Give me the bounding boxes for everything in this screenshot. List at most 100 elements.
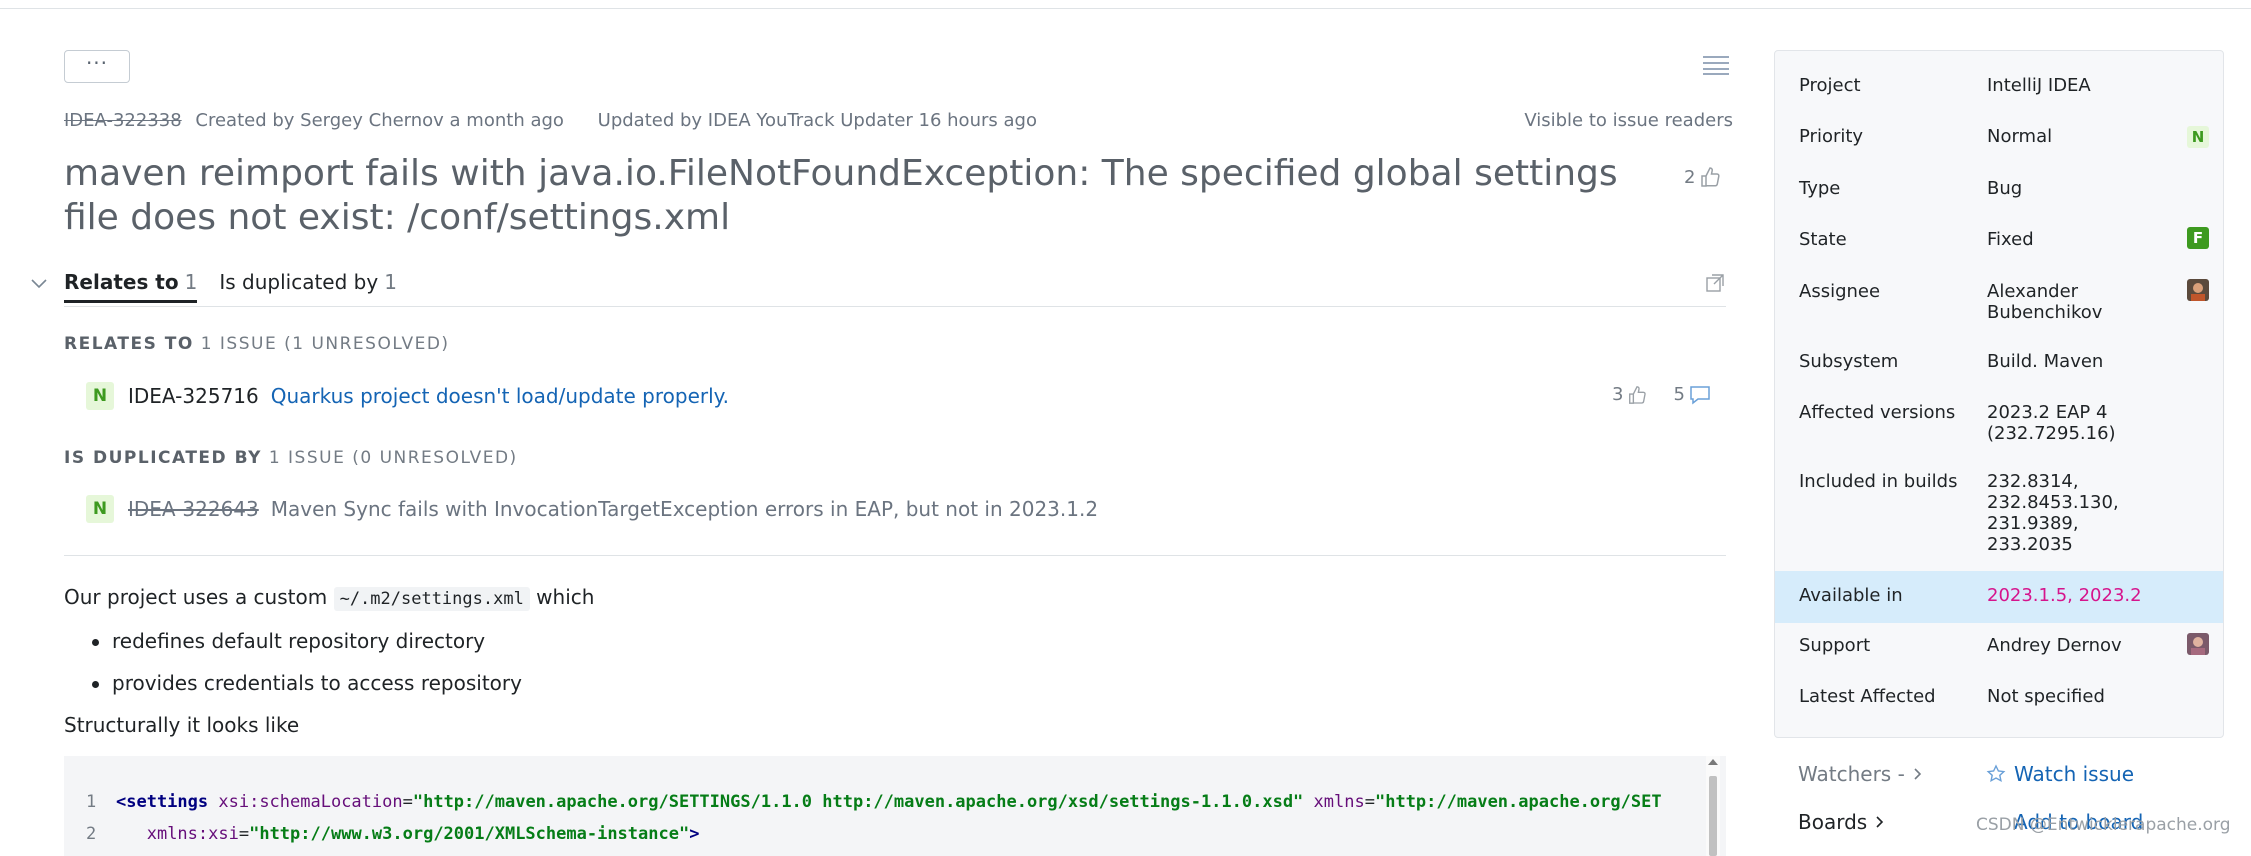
- code-value: "http://maven.apache.org/SETTINGS/1.1.0 …: [412, 792, 1304, 812]
- code-attr: xmlns:xsi: [146, 824, 239, 844]
- field-value[interactable]: 2023.1.5, 2023.2: [1987, 585, 2177, 606]
- boards-label: Boards: [1798, 810, 1868, 834]
- description-intro: Our project uses a custom ~/.m2/settings…: [64, 585, 595, 611]
- field-value[interactable]: Andrey Dernov: [1987, 635, 2177, 656]
- scrollbar-thumb[interactable]: [1709, 776, 1717, 856]
- field-value[interactable]: 2023.2 EAP 4 (232.7295.16): [1987, 402, 2137, 444]
- field-value[interactable]: IntelliJ IDEA: [1987, 75, 2177, 96]
- watch-label: Watch issue: [2014, 762, 2134, 786]
- field-name: State: [1799, 229, 1847, 250]
- field-name: Latest Affected: [1799, 686, 1936, 707]
- activity-list-icon[interactable]: [1703, 55, 1729, 75]
- tab-relates-to[interactable]: Relates to 1: [64, 270, 198, 303]
- priority-badge: N: [86, 382, 114, 410]
- field-name: Priority: [1799, 126, 1864, 147]
- issue-title: maven reimport fails with java.io.FileNo…: [64, 153, 1618, 238]
- field-value[interactable]: Alexander Bubenchikov: [1987, 281, 2177, 323]
- field-available-in[interactable]: Available in 2023.1.5, 2023.2: [1775, 571, 2223, 623]
- code-line: 1 <settings xsi:schemaLocation="http://ma…: [86, 792, 1662, 812]
- code-value: "http://maven.apache.org/SET: [1374, 792, 1662, 812]
- line-number: 1: [86, 792, 97, 812]
- tab-label: Is duplicated by: [219, 270, 379, 294]
- line-number: 2: [86, 824, 97, 844]
- priority-badge: N: [2187, 126, 2209, 148]
- field-name: Available in: [1799, 585, 1903, 606]
- section-label: RELATES TO: [64, 334, 194, 354]
- intro-text-end: which: [536, 585, 595, 609]
- field-name: Affected versions: [1799, 402, 1956, 423]
- vote-count: 3: [1612, 384, 1624, 405]
- field-name: Included in builds: [1799, 471, 1958, 492]
- code-attr: xsi:schemaLocation: [218, 792, 403, 812]
- created-info: Created by Sergey Chernov a month ago: [195, 110, 564, 131]
- code-eq: =: [402, 792, 413, 812]
- field-value[interactable]: Normal: [1987, 126, 2177, 147]
- watchers-link[interactable]: Watchers -: [1798, 762, 1923, 786]
- code-line: 2 xmlns:xsi="http://www.w3.org/2001/XMLS…: [86, 824, 699, 844]
- link-tabs: Relates to 1 Is duplicated by 1: [64, 270, 397, 303]
- linked-issue-title[interactable]: Quarkus project doesn't load/update prop…: [271, 384, 729, 408]
- section-summary: 1 ISSUE (1 UNRESOLVED): [200, 334, 450, 354]
- tab-count: 1: [184, 270, 198, 294]
- chevron-right-icon: [1914, 768, 1921, 780]
- tabs-divider: [64, 306, 1726, 307]
- issue-fields-panel: Project IntelliJ IDEA Priority Normal N …: [1774, 50, 2224, 738]
- chevron-right-icon: [1876, 816, 1884, 828]
- linked-issue-comments[interactable]: 5: [1673, 384, 1710, 405]
- list-item-text: provides credentials to access repositor…: [112, 671, 522, 695]
- field-value[interactable]: 232.8314, 232.8453.130, 231.9389, 233.20…: [1987, 471, 2127, 555]
- vote-count: 2: [1684, 166, 1696, 188]
- issue-meta: IDEA-322338 Created by Sergey Chernov a …: [64, 110, 1037, 131]
- state-badge: F: [2187, 227, 2209, 249]
- scroll-up-arrow-icon[interactable]: [1708, 759, 1718, 765]
- field-value[interactable]: Bug: [1987, 178, 2177, 199]
- top-divider: [0, 8, 2251, 9]
- tab-count: 1: [384, 270, 397, 294]
- linked-issue-votes[interactable]: 3: [1612, 384, 1647, 405]
- avatar: [2187, 279, 2209, 301]
- comment-count: 5: [1673, 384, 1685, 405]
- code-eq: =: [238, 824, 250, 844]
- field-name: Subsystem: [1799, 351, 1899, 372]
- code-block: 1 <settings xsi:schemaLocation="http://ma…: [64, 756, 1726, 856]
- code-attr: xmlns: [1313, 792, 1365, 812]
- issue-id[interactable]: IDEA-322338: [64, 110, 182, 131]
- links-divider: [64, 555, 1726, 556]
- is-duplicated-by-heading: IS DUPLICATED BY 1 ISSUE (0 UNRESOLVED): [64, 448, 518, 468]
- linked-issue-title[interactable]: Maven Sync fails with InvocationTargetEx…: [271, 497, 1098, 521]
- visibility-label[interactable]: Visible to issue readers: [1524, 110, 1733, 131]
- linked-issue-id[interactable]: IDEA-322643: [128, 497, 259, 521]
- section-label: IS DUPLICATED BY: [64, 448, 262, 468]
- watchers-label: Watchers -: [1798, 762, 1905, 786]
- thumbs-up-icon: [1701, 167, 1721, 187]
- list-item: provides credentials to access repositor…: [92, 671, 522, 695]
- field-name: Assignee: [1799, 281, 1881, 302]
- tab-is-duplicated-by[interactable]: Is duplicated by 1: [219, 270, 397, 303]
- thumbs-up-icon: [1629, 385, 1647, 404]
- intro-text: Our project uses a custom: [64, 585, 328, 609]
- tab-label: Relates to: [64, 270, 179, 294]
- avatar: [2187, 633, 2209, 655]
- field-value[interactable]: Fixed: [1987, 229, 2177, 250]
- field-name: Type: [1799, 178, 1841, 199]
- linked-issue-counters: 3 5: [1612, 384, 1711, 405]
- watch-issue-button[interactable]: Watch issue: [1986, 762, 2134, 786]
- boards-link[interactable]: Boards: [1798, 810, 1885, 834]
- priority-badge: N: [86, 495, 114, 523]
- star-icon: [1986, 764, 2006, 783]
- field-name: Project: [1799, 75, 1861, 96]
- issue-vote-button[interactable]: 2: [1684, 166, 1721, 188]
- inline-code: ~/.m2/settings.xml: [333, 587, 530, 611]
- linked-issue-row[interactable]: N IDEA-325716 Quarkus project doesn't lo…: [86, 381, 729, 411]
- field-value[interactable]: Build. Maven: [1987, 351, 2177, 372]
- field-name: Support: [1799, 635, 1871, 656]
- chevron-down-icon[interactable]: [30, 278, 48, 290]
- description-paragraph: Structurally it looks like: [64, 713, 300, 737]
- code-tag: <settings: [116, 792, 209, 812]
- relates-to-heading: RELATES TO 1 ISSUE (1 UNRESOLVED): [64, 334, 450, 354]
- open-in-new-window-icon[interactable]: [1706, 274, 1724, 292]
- linked-issue-row[interactable]: N IDEA-322643 Maven Sync fails with Invo…: [86, 494, 1098, 524]
- field-value[interactable]: Not specified: [1987, 686, 2177, 707]
- linked-issue-id[interactable]: IDEA-325716: [128, 384, 259, 408]
- more-actions-button[interactable]: ···: [64, 50, 130, 83]
